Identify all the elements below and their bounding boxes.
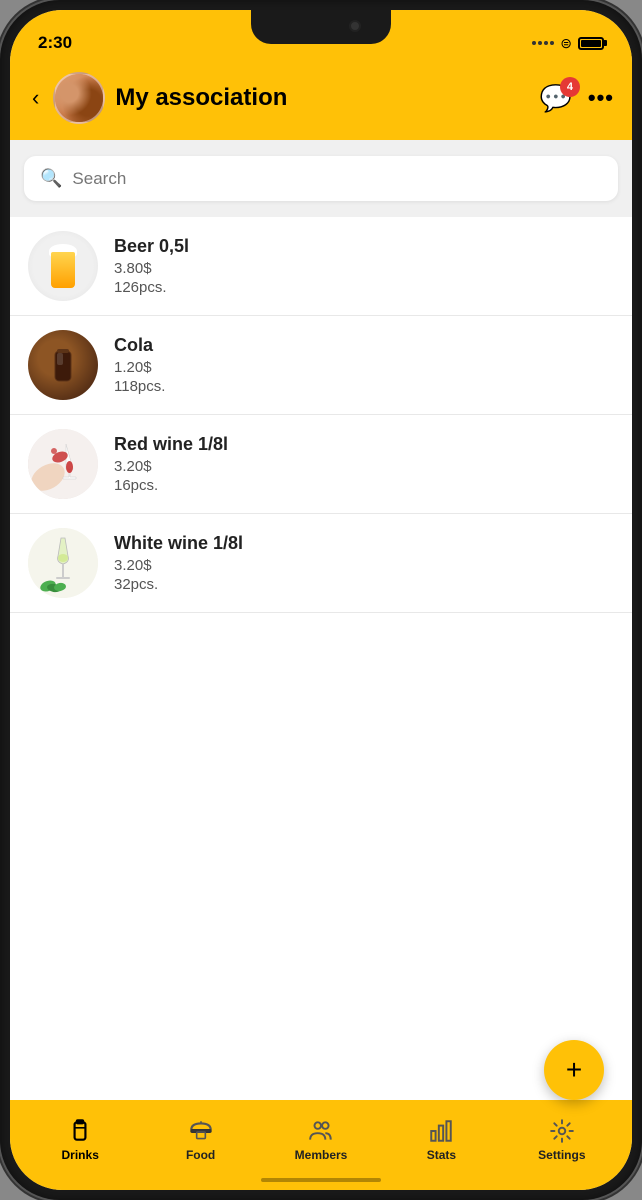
item-name: Red wine 1/8l — [114, 434, 614, 455]
item-info-whitewine: White wine 1/8l 3.20$ 32pcs. — [114, 533, 614, 593]
item-info-cola: Cola 1.20$ 118pcs. — [114, 335, 614, 395]
page-title: My association — [115, 84, 529, 112]
item-price: 3.20$ — [114, 458, 614, 475]
item-name: White wine 1/8l — [114, 533, 614, 554]
nav-item-stats[interactable]: Stats — [381, 1118, 501, 1162]
cola-svg — [47, 345, 79, 385]
back-button[interactable]: ‹ — [28, 81, 43, 115]
notification-button[interactable]: 💬 4 — [540, 83, 572, 114]
nav-item-settings[interactable]: Settings — [502, 1118, 622, 1162]
search-container: 🔍 — [10, 140, 632, 217]
items-list: Beer 0,5l 3.80$ 126pcs. — [10, 217, 632, 1100]
wifi-icon: ⊜ — [560, 35, 572, 52]
more-button[interactable]: ••• — [588, 85, 614, 111]
item-price: 3.80$ — [114, 260, 614, 277]
item-qty: 118pcs. — [114, 378, 614, 395]
status-time: 2:30 — [38, 33, 72, 53]
content-area: 🔍 B — [10, 140, 632, 1100]
members-nav-icon — [308, 1118, 334, 1144]
nav-item-members[interactable]: Members — [261, 1118, 381, 1162]
item-qty: 32pcs. — [114, 576, 614, 593]
item-info-redwine: Red wine 1/8l 3.20$ 16pcs. — [114, 434, 614, 494]
item-image-cola — [28, 330, 98, 400]
whitewine-svg — [28, 528, 98, 598]
nav-item-food[interactable]: Food — [140, 1118, 260, 1162]
food-nav-icon — [188, 1118, 214, 1144]
list-item[interactable]: Beer 0,5l 3.80$ 126pcs. — [10, 217, 632, 316]
nav-label-settings: Settings — [538, 1148, 585, 1162]
nav-item-drinks[interactable]: Drinks — [20, 1118, 140, 1162]
search-icon: 🔍 — [40, 168, 62, 189]
nav-label-members: Members — [295, 1148, 348, 1162]
signal-icon — [532, 41, 554, 45]
notch — [251, 10, 391, 44]
header-actions: 💬 4 ••• — [540, 83, 614, 114]
item-price: 3.20$ — [114, 557, 614, 574]
header: ‹ My association 💬 4 ••• — [10, 62, 632, 140]
redwine-icon — [28, 429, 98, 499]
beer-icon — [28, 231, 98, 301]
search-input[interactable] — [72, 169, 602, 189]
item-image-whitewine — [28, 528, 98, 598]
item-qty: 126pcs. — [114, 279, 614, 296]
camera — [349, 20, 361, 32]
add-button[interactable]: + — [544, 1040, 604, 1100]
drinks-nav-icon — [67, 1118, 93, 1144]
nav-label-drinks: Drinks — [62, 1148, 99, 1162]
list-item[interactable]: White wine 1/8l 3.20$ 32pcs. — [10, 514, 632, 613]
settings-nav-icon — [549, 1118, 575, 1144]
stats-nav-icon — [428, 1118, 454, 1144]
nav-label-stats: Stats — [427, 1148, 456, 1162]
nav-label-food: Food — [186, 1148, 215, 1162]
whitewine-icon — [28, 528, 98, 598]
bottom-nav: Drinks Food Memb — [10, 1100, 632, 1190]
redwine-svg — [28, 429, 98, 499]
search-bar[interactable]: 🔍 — [24, 156, 618, 201]
item-price: 1.20$ — [114, 359, 614, 376]
home-indicator — [261, 1178, 381, 1182]
status-icons: ⊜ — [532, 35, 604, 52]
cola-icon — [28, 330, 98, 400]
avatar-image — [55, 74, 103, 122]
item-image-redwine — [28, 429, 98, 499]
notification-badge: 4 — [560, 77, 580, 97]
item-image-beer — [28, 231, 98, 301]
list-item[interactable]: Red wine 1/8l 3.20$ 16pcs. — [10, 415, 632, 514]
item-name: Beer 0,5l — [114, 236, 614, 257]
screen: 2:30 ⊜ ‹ My association — [10, 10, 632, 1190]
battery-icon — [578, 37, 604, 50]
item-info-beer: Beer 0,5l 3.80$ 126pcs. — [114, 236, 614, 296]
phone-frame: 2:30 ⊜ ‹ My association — [0, 0, 642, 1200]
item-qty: 16pcs. — [114, 477, 614, 494]
list-item[interactable]: Cola 1.20$ 118pcs. — [10, 316, 632, 415]
item-name: Cola — [114, 335, 614, 356]
avatar[interactable] — [53, 72, 105, 124]
